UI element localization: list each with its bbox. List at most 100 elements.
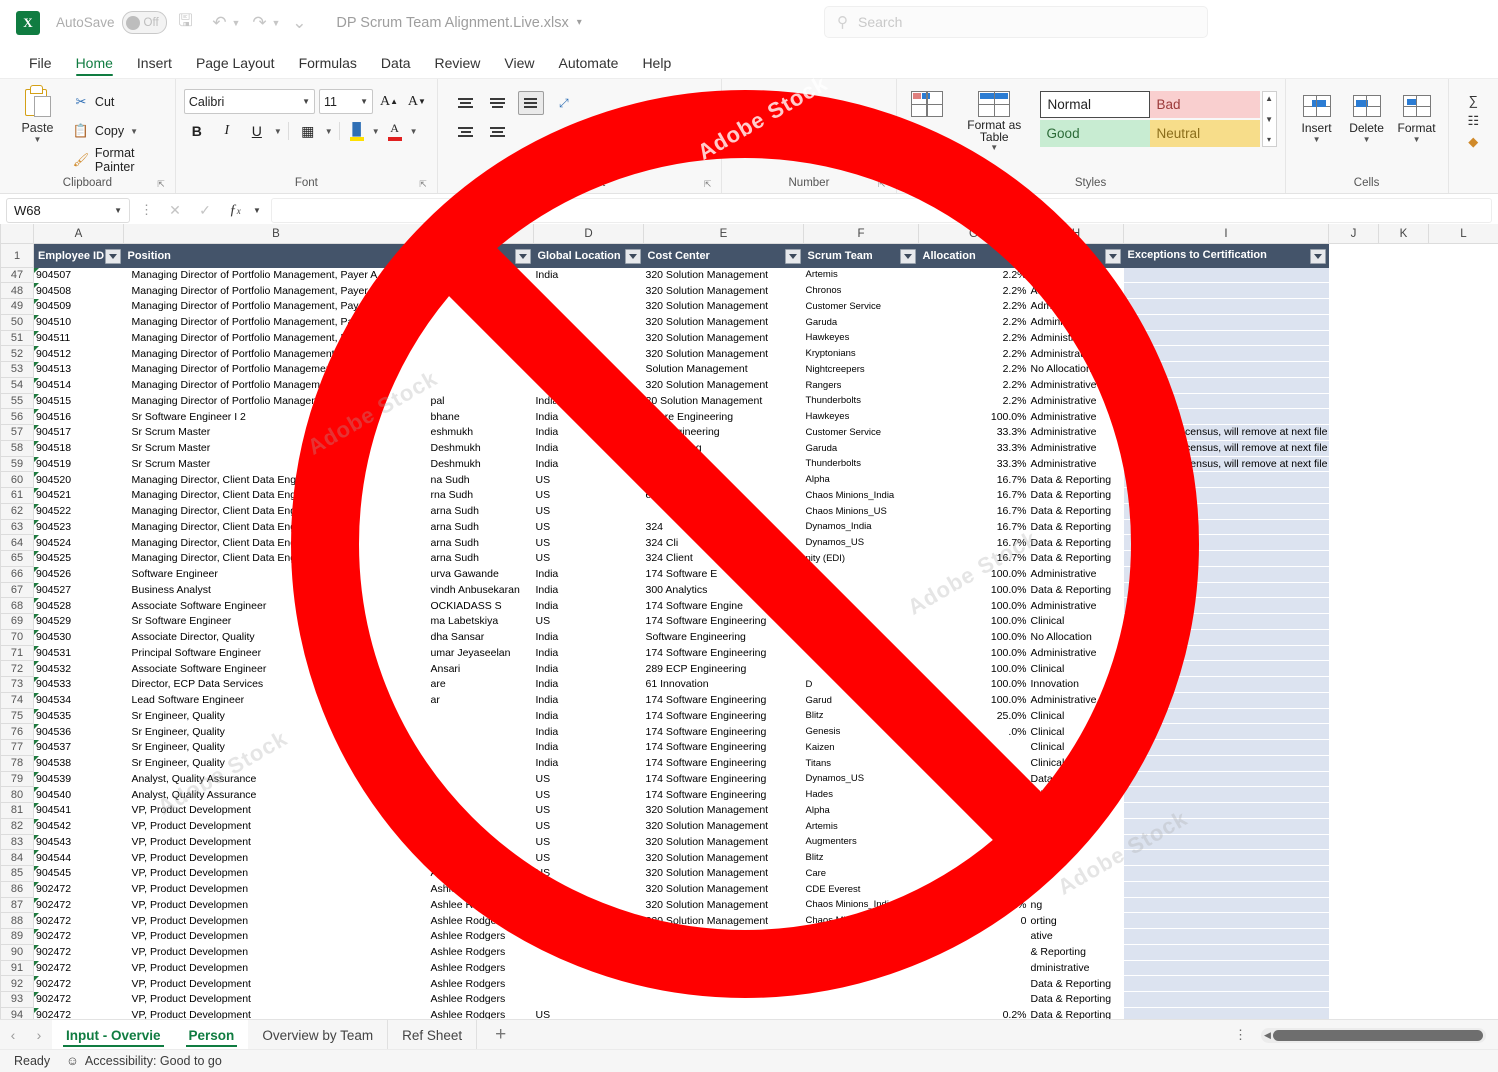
cell-pillar[interactable]: Administrative <box>1028 597 1124 614</box>
cell-scrum-team[interactable]: Conquerors <box>803 944 919 961</box>
cell-exceptions[interactable] <box>1123 802 1329 819</box>
chevron-down-icon[interactable]: ▾ <box>577 17 582 28</box>
cell-empty[interactable] <box>1428 645 1498 662</box>
cell-employee-id[interactable]: 904526 <box>33 566 124 583</box>
autosave-control[interactable]: AutoSave Off <box>56 11 167 34</box>
cell-cost-center[interactable]: 174 Software Engineering <box>643 723 804 740</box>
cell-empty[interactable] <box>1328 361 1379 378</box>
cell-position[interactable]: Managing Director, Client Data Engine <box>123 487 429 504</box>
cell-full-name[interactable] <box>428 314 534 331</box>
cell-global-location[interactable] <box>533 298 644 315</box>
currency-format-button[interactable]: $ <box>746 115 753 130</box>
cell-empty[interactable] <box>1428 377 1498 394</box>
table-row[interactable]: 87 902472 VP, Product Developmen Ashlee Rod… <box>0 896 1498 914</box>
cell-empty[interactable] <box>1378 849 1429 866</box>
cell-empty[interactable] <box>1428 708 1498 725</box>
cell-full-name[interactable]: A <box>428 818 534 835</box>
cell-employee-id[interactable]: 904519 <box>33 456 124 473</box>
cell-full-name[interactable]: OCKIADASS S <box>428 597 534 614</box>
ribbon-tab-page-layout[interactable]: Page Layout <box>185 51 286 78</box>
fill-color-icon[interactable]: █ <box>346 119 368 143</box>
autosave-toggle[interactable]: Off <box>121 11 167 34</box>
cell-full-name[interactable]: ar <box>428 692 534 709</box>
cell-style-good[interactable]: Good <box>1039 120 1150 147</box>
cell-allocation[interactable] <box>918 975 1029 992</box>
cell-empty[interactable] <box>1378 440 1429 457</box>
formula-bar-options-icon[interactable]: ⋮ <box>136 202 157 218</box>
row-header[interactable]: 54 <box>0 376 34 394</box>
cell-pillar[interactable]: No Allocation <box>1028 361 1124 378</box>
cell-scrum-team[interactable]: Chaos Minions_US <box>803 912 919 929</box>
cell-pillar[interactable]: Adminis <box>1028 282 1124 299</box>
cell-employee-id[interactable]: 902472 <box>33 975 124 992</box>
cell-pillar[interactable]: Data & Reporting <box>1028 550 1124 567</box>
ribbon-tab-insert[interactable]: Insert <box>126 51 183 78</box>
cell-empty[interactable] <box>1428 345 1498 362</box>
cell-allocation[interactable] <box>918 802 1029 819</box>
cell-global-location[interactable] <box>533 361 644 378</box>
cell-empty[interactable] <box>1378 456 1429 473</box>
row-header[interactable]: 50 <box>0 313 34 331</box>
cell-empty[interactable] <box>1378 613 1429 630</box>
format-dropdown-icon[interactable]: ▼ <box>1413 135 1421 144</box>
cell-allocation[interactable]: .0% <box>918 723 1029 740</box>
cell-employee-id[interactable]: 904508 <box>33 282 124 299</box>
cell-cost-center[interactable]: 320 Solution Management <box>643 960 804 977</box>
cell-exceptions[interactable] <box>1123 928 1329 945</box>
cell-allocation[interactable] <box>918 755 1029 772</box>
cell-pillar[interactable]: Administrative <box>1028 408 1124 425</box>
cell-exceptions[interactable] <box>1123 692 1329 709</box>
cell-global-location[interactable]: India <box>533 393 644 410</box>
cell-cost-center[interactable]: gineering <box>643 456 804 473</box>
cell-position[interactable]: Managing Director of Portfolio Managemen… <box>123 377 429 394</box>
cell-empty[interactable] <box>1328 267 1379 284</box>
format-as-table-dropdown-icon[interactable]: ▼ <box>990 143 998 152</box>
cell-exceptions[interactable] <box>1123 330 1329 347</box>
cell-global-location[interactable]: India <box>533 660 644 677</box>
cell-position[interactable]: Managing Director, Client Data Engin <box>123 519 429 536</box>
cell-empty[interactable] <box>1328 298 1379 315</box>
cell-exceptions[interactable] <box>1123 314 1329 331</box>
cell-position[interactable]: Sr Scrum Master <box>123 440 429 457</box>
cell-cost-center[interactable]: 320 Solution Management <box>643 330 804 347</box>
cell-empty[interactable] <box>1378 975 1429 992</box>
bold-button[interactable]: B <box>184 119 210 143</box>
cell-scrum-team[interactable]: Kryptonians <box>803 345 919 362</box>
cell-employee-id[interactable]: 904524 <box>33 534 124 551</box>
redo-icon[interactable]: ↷ <box>244 8 274 38</box>
cell-exceptions[interactable] <box>1123 960 1329 977</box>
cell-empty[interactable] <box>1428 566 1498 583</box>
cell-full-name[interactable]: Deshmukh <box>428 456 534 473</box>
cell-empty[interactable] <box>1428 660 1498 677</box>
sheet-tab-ref-sheet[interactable]: Ref Sheet <box>388 1020 478 1050</box>
cell-empty[interactable] <box>1378 755 1429 772</box>
align-middle-icon[interactable] <box>486 92 510 114</box>
cell-scrum-team[interactable]: Rangers <box>803 377 919 394</box>
cell-pillar[interactable]: Admi <box>1028 267 1124 284</box>
row-header[interactable]: 83 <box>0 833 34 851</box>
chevron-down-icon[interactable]: ▼ <box>360 97 368 106</box>
fill-icon[interactable]: ☷ <box>1467 113 1479 129</box>
gallery-expand-icon[interactable]: ▾ <box>1267 135 1271 144</box>
cell-pillar[interactable]: Innovation <box>1028 676 1124 693</box>
cell-cost-center[interactable]: 320 Solution Management <box>643 849 804 866</box>
cell-cost-center[interactable]: ineering <box>643 471 804 488</box>
delete-cells-button[interactable]: Delete ▼ <box>1344 91 1390 144</box>
cell-empty[interactable] <box>1428 314 1498 331</box>
insert-dropdown-icon[interactable]: ▼ <box>1313 135 1321 144</box>
table-row[interactable]: 49 904509 Managing Director of Portfolio M… <box>0 298 1498 315</box>
cell-empty[interactable] <box>1328 645 1379 662</box>
cell-cost-center[interactable]: 320 Solution Management <box>643 818 804 835</box>
cell-pillar[interactable]: Data & Reporting <box>1028 503 1124 520</box>
cell-full-name[interactable] <box>428 739 534 756</box>
cell-empty[interactable] <box>1378 991 1429 1008</box>
filter-icon[interactable] <box>624 249 641 264</box>
cell-empty[interactable] <box>1328 487 1379 504</box>
cell-allocation[interactable]: 33.3% <box>918 440 1029 457</box>
cell-empty[interactable] <box>1378 786 1429 803</box>
cell-allocation[interactable] <box>918 834 1029 851</box>
paste-button[interactable]: Paste ▼ <box>14 85 61 144</box>
cell-empty[interactable] <box>1328 566 1379 583</box>
cell-exceptions[interactable] <box>1123 534 1329 551</box>
paste-dropdown-icon[interactable]: ▼ <box>34 135 42 144</box>
